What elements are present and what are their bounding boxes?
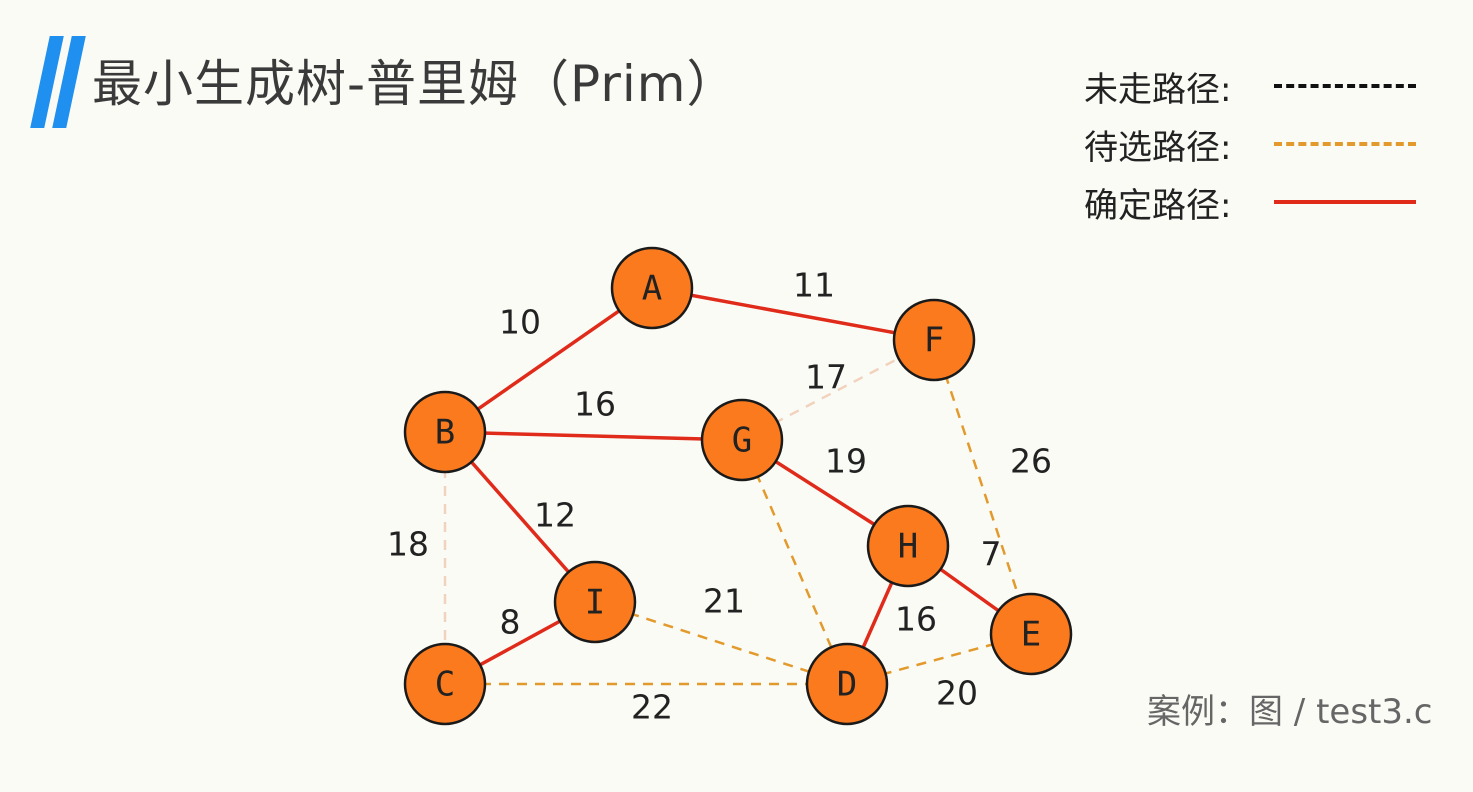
node-g: G [700, 398, 784, 482]
node-a: A [610, 246, 694, 330]
edge-weight-d-e: 20 [936, 674, 978, 713]
edge-weight-i-d: 21 [703, 582, 745, 621]
edge-weight-b-i: 12 [534, 496, 576, 535]
edge-weight-a-b: 10 [499, 303, 541, 342]
node-label-h: H [898, 527, 918, 567]
node-label-a: A [642, 269, 662, 309]
node-c: C [403, 642, 487, 726]
edge-weight-c-i: 8 [500, 603, 521, 642]
node-label-b: B [435, 413, 455, 453]
node-i: I [553, 560, 637, 644]
edge-weight-b-c: 18 [387, 525, 429, 564]
node-b: B [403, 390, 487, 474]
node-d: D [805, 642, 889, 726]
node-label-g: G [732, 421, 752, 461]
edge-weight-c-d: 22 [631, 688, 673, 727]
node-label-d: D [837, 665, 857, 705]
edge-weight-h-d: 16 [895, 600, 937, 639]
edge-weight-g-f: 17 [805, 358, 847, 397]
node-f: F [892, 298, 976, 382]
node-h: H [866, 504, 950, 588]
node-label-c: C [435, 665, 455, 705]
node-label-f: F [924, 321, 944, 361]
edge-weight-a-f: 11 [793, 266, 835, 305]
graph-diagram: 10 11 16 12 18 8 22 21 17 19 26 7 16 20 A B C D E F G H I [387, 246, 1073, 727]
edge-f-e [932, 339, 1033, 635]
node-label-e: E [1021, 615, 1041, 655]
edge-weight-h-e: 7 [981, 535, 1002, 574]
edge-weight-g-h: 19 [825, 442, 867, 481]
edge-weight-f-e: 26 [1010, 442, 1052, 481]
edge-weight-b-g: 16 [574, 385, 616, 424]
node-e: E [989, 592, 1073, 676]
caption: 案例：图 / test3.c [1147, 692, 1433, 732]
edge-b-g [444, 430, 743, 442]
node-label-i: I [585, 583, 605, 623]
